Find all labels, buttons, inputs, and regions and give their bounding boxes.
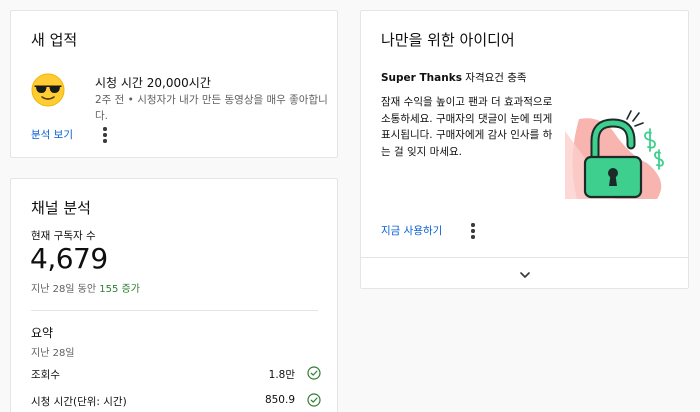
achievement-title: 새 업적 xyxy=(31,31,78,49)
subscribers-label: 현재 구독자 수 xyxy=(31,230,96,242)
check-circle-icon xyxy=(307,393,321,407)
metric-label: 시청 시간(단위: 시간) xyxy=(31,396,127,408)
achievement-headline: 시청 시간 20,000시간 xyxy=(95,76,211,90)
subscriber-change-value: 155 증가 xyxy=(99,284,140,295)
achievement-card: 새 업적 시청 시간 20,000시간 2주 전 • 시청자가 내가 만든 동영… xyxy=(10,10,338,158)
idea-body: 잠재 수익을 높이고 팬과 더 효과적으로 소통하세요. 구매자의 댓글이 눈에… xyxy=(381,96,553,158)
use-now-link[interactable]: 지금 사용하기 xyxy=(381,223,442,238)
more-options-icon[interactable] xyxy=(461,219,485,243)
subscriber-change: 지난 28일 동안 155 증가 xyxy=(31,280,140,295)
summary-period: 지난 28일 xyxy=(31,348,75,359)
metric-row-views: 조회수 1.8만 xyxy=(31,366,321,383)
divider xyxy=(361,257,688,258)
ideas-title: 나만을 위한 아이디어 xyxy=(381,31,515,49)
view-analytics-link[interactable]: 분석 보기 xyxy=(31,127,73,142)
chevron-down-icon[interactable] xyxy=(513,263,537,287)
divider xyxy=(31,310,318,311)
analytics-title: 채널 분석 xyxy=(31,199,91,217)
ideas-card: 나만을 위한 아이디어 Super Thanks 자격요건 충족 잠재 수익을 … xyxy=(360,10,689,289)
subscriber-change-prefix: 지난 28일 동안 xyxy=(31,284,97,295)
idea-subtitle: Super Thanks 자격요건 충족 xyxy=(381,70,527,85)
metric-value: 1.8만 xyxy=(268,369,295,381)
achievement-description: 2주 전 • 시청자가 내가 만든 동영상을 매우 좋아합니다. xyxy=(95,94,328,122)
metric-label: 조회수 xyxy=(31,369,60,381)
channel-analytics-card: 채널 분석 현재 구독자 수 4,679 지난 28일 동안 155 증가 요약… xyxy=(10,178,338,412)
summary-title: 요약 xyxy=(31,326,54,340)
subscriber-count: 4,679 xyxy=(30,242,108,275)
more-options-icon[interactable] xyxy=(93,123,117,147)
metric-row-watch-time: 시청 시간(단위: 시간) 850.9 xyxy=(31,393,321,410)
sunglasses-emoji-icon xyxy=(31,73,65,107)
metric-value: 850.9 xyxy=(264,394,295,406)
idea-subtitle-bold: Super Thanks xyxy=(381,72,462,84)
unlocked-padlock-illustration xyxy=(565,110,664,199)
check-circle-icon xyxy=(307,366,321,380)
idea-subtitle-rest: 자격요건 충족 xyxy=(461,72,527,84)
